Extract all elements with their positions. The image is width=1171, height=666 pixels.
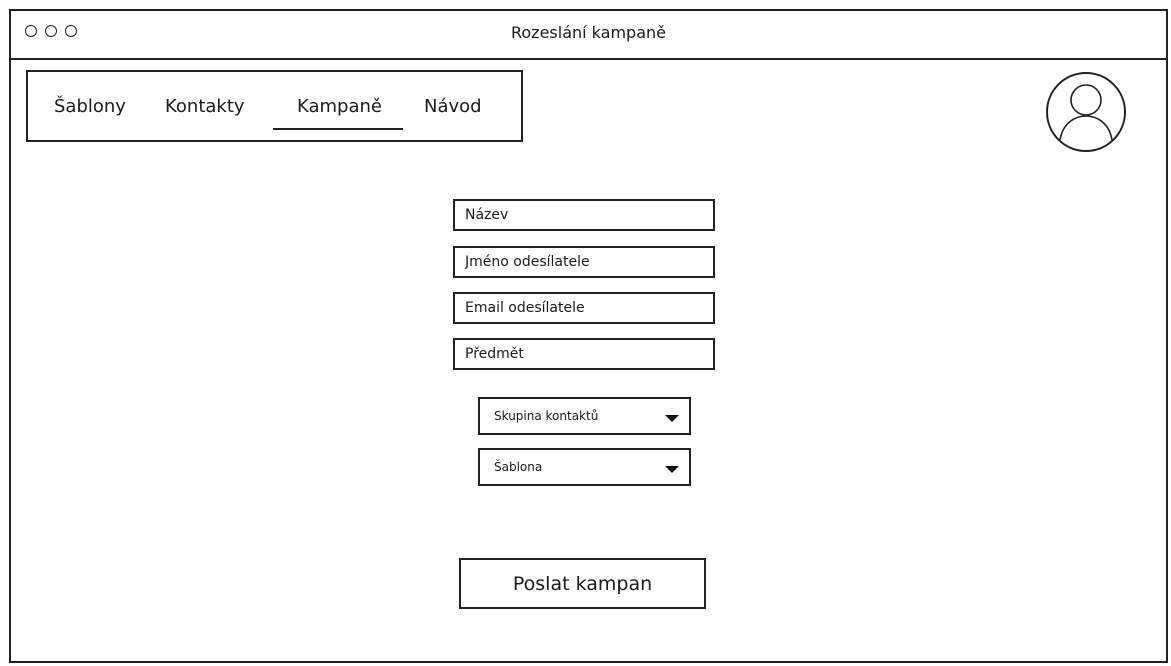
sender-email-field [453,292,715,324]
chevron-down-icon [665,415,679,422]
nav-item-sablony[interactable]: Šablony [54,96,126,117]
title-bar: Rozeslání kampaně [11,11,1166,60]
user-avatar[interactable] [1046,72,1126,152]
template-select[interactable]: Šablona [478,448,691,486]
user-icon [1059,84,1113,141]
template-select-label: Šablona [494,460,543,474]
main-nav: Šablony Kontakty Kampaně Návod [26,70,523,142]
nav-item-kontakty[interactable]: Kontakty [165,96,245,117]
campaign-name-field [453,199,715,231]
send-campaign-button[interactable]: Poslat kampan [459,558,706,609]
subject-field [453,338,715,370]
window-title: Rozeslání kampaně [510,23,666,42]
subject-input[interactable] [455,340,713,368]
contact-group-select[interactable]: Skupina kontaktů [478,397,691,435]
campaign-name-input[interactable] [455,201,713,229]
sender-email-input[interactable] [455,294,713,322]
sender-name-field [453,246,715,278]
nav-item-kampane[interactable]: Kampaně [297,96,382,117]
nav-item-navod[interactable]: Návod [424,96,482,117]
sender-name-input[interactable] [455,248,713,276]
contact-group-select-label: Skupina kontaktů [494,409,599,423]
chevron-down-icon [665,466,679,473]
active-tab-underline [273,128,403,130]
